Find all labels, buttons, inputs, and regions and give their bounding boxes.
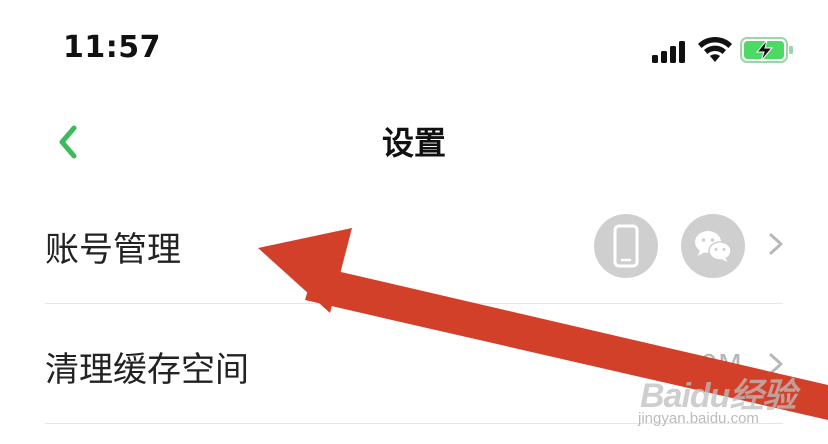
wechat-icon <box>681 214 745 278</box>
settings-list: 账号管理 清理缓存空间 ...0M <box>0 184 828 424</box>
wifi-icon <box>698 36 732 68</box>
settings-screen: 11:57 设置 账号管理 清理缓存空间 ...0M Baidu经验 jingy… <box>0 0 828 444</box>
chevron-right-icon <box>769 353 783 375</box>
divider <box>45 423 783 424</box>
status-bar: 11:57 <box>0 0 828 100</box>
clear-cache-label: 清理缓存空间 <box>45 350 249 390</box>
cache-size-value: ...0M <box>673 348 742 381</box>
navigation-bar: 设置 <box>0 100 828 184</box>
chevron-right-icon <box>769 233 783 255</box>
battery-charging-icon <box>740 36 796 68</box>
phone-icon <box>594 214 658 278</box>
status-time: 11:57 <box>63 30 161 65</box>
account-management-item[interactable]: 账号管理 <box>0 184 828 304</box>
clear-cache-item[interactable]: 清理缓存空间 ...0M <box>0 304 828 424</box>
account-management-label: 账号管理 <box>45 230 181 270</box>
cellular-signal-icon <box>652 40 688 68</box>
page-title: 设置 <box>381 124 446 162</box>
